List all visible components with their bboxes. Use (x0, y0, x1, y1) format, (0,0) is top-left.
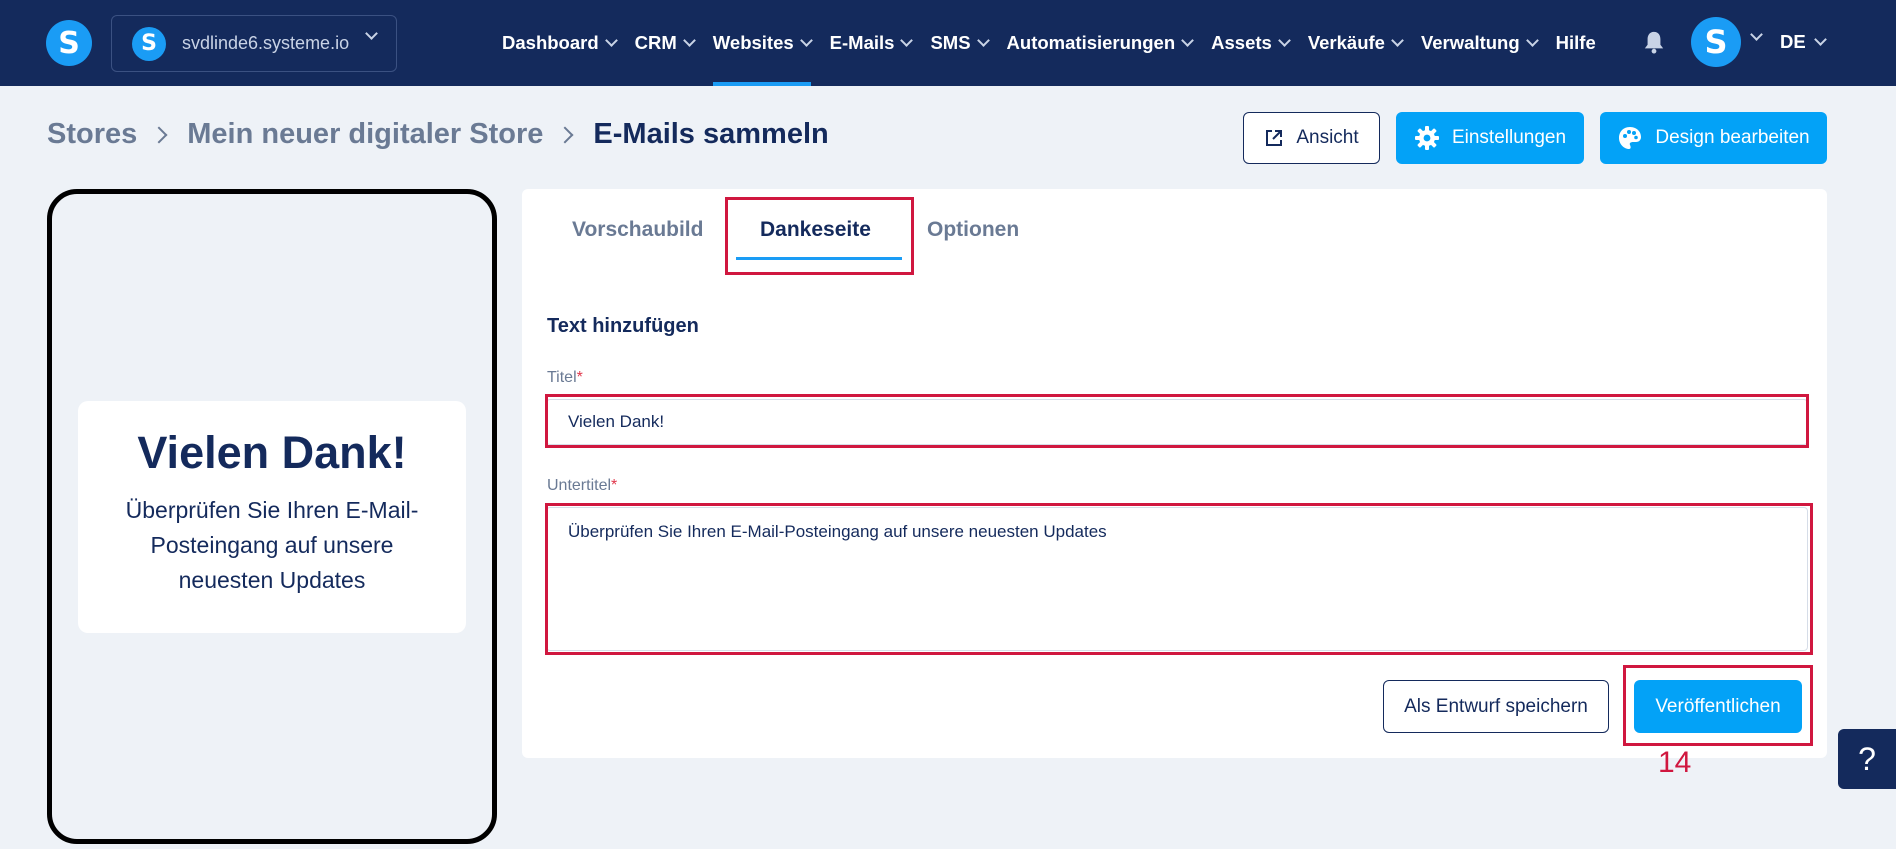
nav-administration[interactable]: Verwaltung (1421, 0, 1539, 86)
nav-assets[interactable]: Assets (1211, 0, 1291, 86)
language-selector[interactable]: DE (1780, 0, 1827, 84)
tab-preview-image[interactable]: Vorschaubild (572, 218, 703, 242)
title-input[interactable] (546, 399, 1808, 445)
gear-icon (1414, 126, 1439, 150)
chevron-down-icon (1181, 34, 1194, 47)
nav-sms[interactable]: SMS (930, 0, 990, 86)
external-link-icon (1266, 130, 1283, 146)
nav-dashboard[interactable]: Dashboard (502, 0, 618, 86)
subtitle-textarea[interactable]: Überprüfen Sie Ihren E-Mail-Posteingang … (546, 507, 1808, 651)
tab-options[interactable]: Optionen (927, 218, 1019, 242)
chevron-down-icon (1391, 34, 1404, 47)
chevron-down-icon (1813, 33, 1827, 46)
chevron-right-icon (556, 126, 574, 143)
publish-button[interactable]: Veröffentlichen (1634, 680, 1802, 733)
settings-button[interactable]: Einstellungen (1396, 112, 1584, 164)
chevron-right-icon (150, 126, 168, 143)
chevron-down-icon (900, 34, 914, 47)
title-field-label: Titel* (547, 369, 583, 386)
chevron-down-icon (365, 27, 378, 40)
palette-icon (1619, 127, 1642, 149)
nav-automations[interactable]: Automatisierungen (1007, 0, 1194, 86)
user-avatar[interactable]: S (1691, 17, 1741, 67)
site-name: svdlinde6.systeme.io (182, 33, 350, 53)
design-edit-button[interactable]: Design bearbeiten (1600, 112, 1827, 164)
help-question-button[interactable]: ? (1838, 729, 1896, 789)
thank-you-preview-card: Vielen Dank! Überprüfen Sie Ihren E-Mail… (78, 401, 466, 633)
preview-subtitle: Überprüfen Sie Ihren E-Mail-Posteingang … (125, 497, 419, 593)
save-draft-button[interactable]: Als Entwurf speichern (1383, 680, 1609, 733)
nav-websites[interactable]: Websites (712, 0, 813, 86)
tab-thank-you-page[interactable]: Dankeseite (760, 218, 871, 242)
breadcrumb: Stores Mein neuer digitaler Store E-Mail… (47, 118, 829, 151)
nav-crm[interactable]: CRM (635, 0, 696, 86)
chevron-down-icon (604, 34, 618, 47)
breadcrumb-store[interactable]: Mein neuer digitaler Store (187, 118, 543, 151)
view-button[interactable]: Ansicht (1243, 112, 1380, 164)
active-tab-indicator (736, 257, 902, 260)
site-badge-icon: S (132, 26, 166, 61)
nav-help[interactable]: Hilfe (1556, 0, 1596, 86)
breadcrumb-stores[interactable]: Stores (47, 118, 137, 151)
top-navigation-bar: S S svdlinde6.systeme.io Dashboard CRM W… (0, 0, 1896, 86)
main-nav: Dashboard CRM Websites E-Mails SMS Autom… (502, 0, 1615, 86)
nav-emails[interactable]: E-Mails (830, 0, 914, 86)
preview-title: Vielen Dank! (137, 427, 407, 478)
annotation-step-number: 14 (1658, 746, 1692, 779)
chevron-down-icon (799, 34, 813, 47)
breadcrumb-current: E-Mails sammeln (593, 118, 829, 150)
chevron-down-icon (1277, 34, 1291, 47)
systeme-logo[interactable]: S (46, 20, 92, 66)
bell-icon[interactable] (1643, 30, 1665, 54)
site-selector[interactable]: S svdlinde6.systeme.io (111, 15, 397, 72)
nav-sales[interactable]: Verkäufe (1308, 0, 1404, 86)
chevron-down-icon (1525, 34, 1539, 47)
settings-panel (522, 189, 1827, 758)
section-title: Text hinzufügen (547, 315, 699, 337)
chevron-down-icon (682, 34, 696, 47)
subtitle-field-label: Untertitel* (547, 477, 618, 494)
chevron-down-icon (1750, 28, 1763, 41)
chevron-down-icon (976, 34, 990, 47)
